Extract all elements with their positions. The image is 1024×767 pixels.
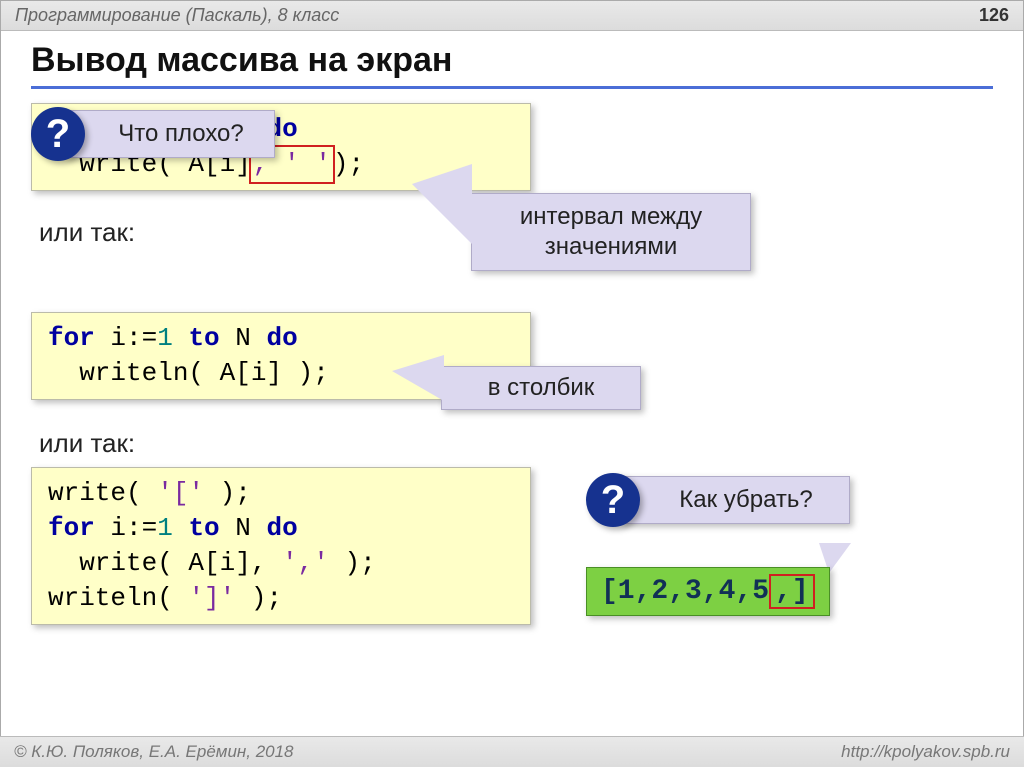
slide-header: Программирование (Паскаль), 8 класс 126	[1, 1, 1023, 31]
or-label-2: или так:	[39, 428, 993, 459]
page-number: 126	[979, 5, 1009, 26]
callout-q2: Как убрать?	[620, 476, 850, 524]
slide-content: Вывод массива на экран for i:=1 to N do …	[1, 31, 1023, 731]
callout-column: в столбик	[441, 366, 641, 410]
highlight-trailing: ,]	[769, 574, 815, 609]
slide-title: Вывод массива на экран	[31, 41, 993, 89]
callout-interval: интервал между значениями	[471, 193, 751, 271]
footer-url: http://kpolyakov.spb.ru	[841, 742, 1010, 762]
question-1: ? Что плохо?	[31, 107, 275, 161]
slide-footer: © К.Ю. Поляков, Е.А. Ерёмин, 2018 http:/…	[0, 736, 1024, 767]
row-code3: write( '[' ); for i:=1 to N do write( A[…	[31, 467, 993, 647]
question-mark-icon: ?	[586, 473, 640, 527]
row-code2: for i:=1 to N do writeln( A[i] ); в стол…	[31, 312, 993, 412]
row-code1: for i:=1 to N do write( A[i], ' '); ? Чт…	[31, 103, 993, 213]
question-2: ? Как убрать?	[586, 473, 850, 527]
callout-q1: Что плохо?	[65, 110, 275, 158]
question-mark-icon: ?	[31, 107, 85, 161]
copyright: © К.Ю. Поляков, Е.А. Ерёмин, 2018	[14, 742, 294, 762]
code-block-3: write( '[' ); for i:=1 to N do write( A[…	[31, 467, 531, 625]
output-sample: [1,2,3,4,5,]	[586, 567, 830, 616]
course-label: Программирование (Паскаль), 8 класс	[15, 5, 339, 26]
